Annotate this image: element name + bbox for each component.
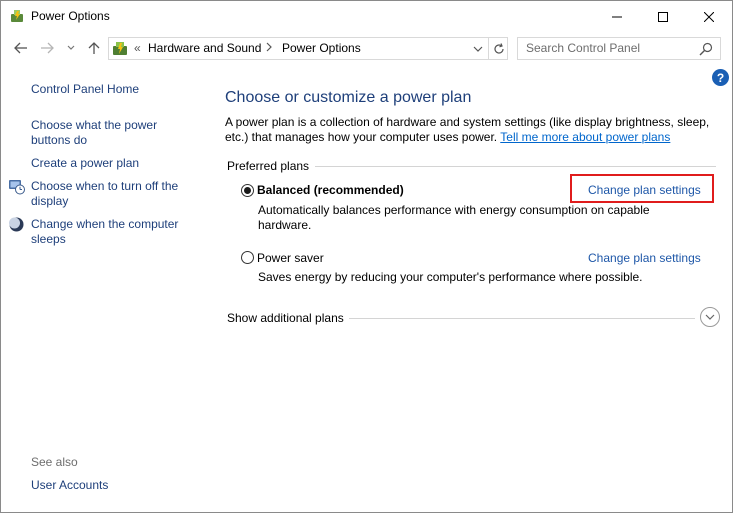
window-title: Power Options: [31, 9, 110, 23]
chevron-down-icon: [705, 314, 715, 320]
address-overflow[interactable]: «: [134, 41, 141, 55]
display-clock-icon: [9, 180, 25, 195]
minimize-button[interactable]: [594, 1, 640, 32]
learn-more-link[interactable]: Tell me more about power plans: [500, 130, 670, 144]
maximize-icon: [658, 11, 668, 22]
see-also-heading: See also: [31, 455, 78, 469]
power-options-window: Power Options « Hardware and Sound Power…: [0, 0, 733, 513]
balanced-radio[interactable]: [241, 184, 254, 197]
chevron-down-icon: [473, 46, 483, 52]
expand-additional-plans-button[interactable]: [700, 307, 720, 327]
recent-locations-button[interactable]: [64, 38, 78, 58]
minimize-icon: [612, 16, 622, 17]
balanced-plan-description: Automatically balances performance with …: [258, 203, 650, 232]
address-bar[interactable]: « Hardware and Sound Power Options: [108, 37, 508, 60]
moon-sleep-icon: [9, 217, 24, 232]
search-icon[interactable]: [698, 41, 714, 57]
search-input[interactable]: Search Control Panel: [526, 41, 640, 55]
chevron-right-icon[interactable]: [265, 42, 273, 52]
power-saver-radio[interactable]: [241, 251, 254, 264]
close-icon: [704, 11, 714, 22]
forward-button[interactable]: [37, 38, 57, 58]
balanced-plan-name[interactable]: Balanced (recommended): [257, 183, 404, 197]
search-box[interactable]: Search Control Panel: [517, 37, 721, 60]
main-content: Choose or customize a power plan A power…: [211, 65, 732, 512]
breadcrumb-power-options[interactable]: Power Options: [282, 41, 361, 55]
power-saver-plan-name[interactable]: Power saver: [257, 251, 324, 265]
group-divider: [315, 166, 716, 167]
control-panel-icon: [113, 42, 127, 55]
show-additional-plans-label[interactable]: Show additional plans: [227, 311, 344, 325]
forward-arrow-icon: [41, 42, 54, 54]
sidebar-control-panel-home[interactable]: Control Panel Home: [31, 82, 139, 97]
balanced-change-plan-settings-link[interactable]: Change plan settings: [588, 183, 701, 197]
additional-divider: [349, 318, 695, 319]
preferred-plans-label: Preferred plans: [227, 159, 310, 173]
up-button[interactable]: [84, 38, 104, 58]
refresh-button[interactable]: [488, 38, 508, 59]
sidebar-item-turn-off-display[interactable]: Choose when to turn off the display: [31, 179, 196, 209]
sidebar-item-create-plan[interactable]: Create a power plan: [31, 156, 139, 171]
up-arrow-icon: [88, 42, 100, 54]
close-button[interactable]: [686, 1, 732, 32]
sidebar: Control Panel Home Choose what the power…: [1, 65, 211, 512]
refresh-icon: [493, 42, 504, 54]
page-description: A power plan is a collection of hardware…: [225, 115, 715, 145]
sidebar-item-computer-sleeps[interactable]: Change when the computer sleeps: [31, 217, 196, 247]
back-button[interactable]: [11, 38, 31, 58]
page-title: Choose or customize a power plan: [225, 89, 472, 106]
maximize-button[interactable]: [640, 1, 686, 32]
chevron-down-icon: [67, 45, 75, 50]
sidebar-item-power-buttons[interactable]: Choose what the power buttons do: [31, 118, 181, 148]
navigation-bar: « Hardware and Sound Power Options Searc…: [1, 32, 732, 65]
back-arrow-icon: [14, 42, 27, 54]
title-bar: Power Options: [1, 1, 732, 32]
power-options-icon: [11, 10, 23, 22]
address-history-dropdown[interactable]: [469, 38, 487, 59]
power-saver-change-plan-settings-link[interactable]: Change plan settings: [588, 251, 701, 265]
breadcrumb-hardware-and-sound[interactable]: Hardware and Sound: [148, 41, 261, 55]
see-also-user-accounts[interactable]: User Accounts: [31, 478, 108, 493]
power-saver-plan-description: Saves energy by reducing your computer's…: [258, 270, 643, 284]
